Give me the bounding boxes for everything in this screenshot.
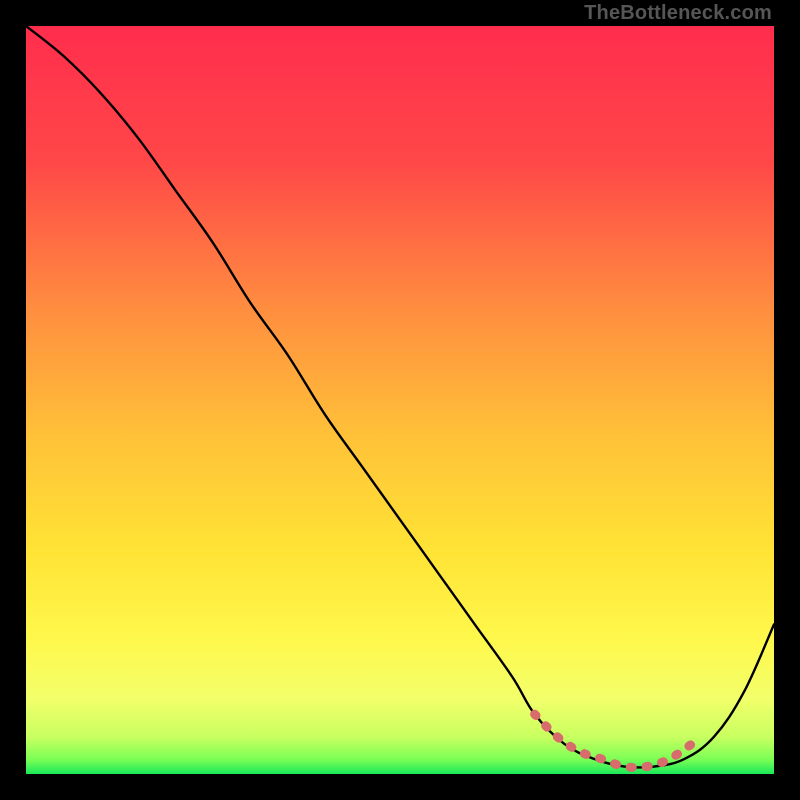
watermark-text: TheBottleneck.com [584,2,772,25]
bottleneck-plot [26,26,774,774]
chart-frame [26,26,774,774]
